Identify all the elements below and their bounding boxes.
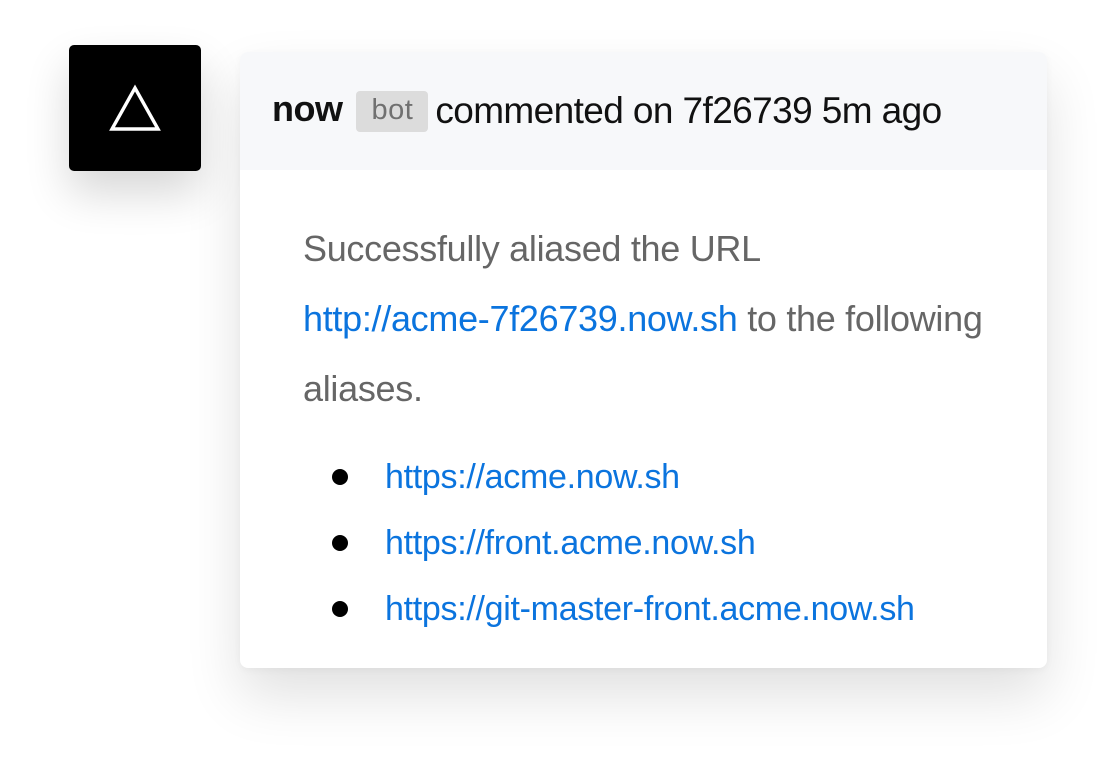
comment-action: commented on 7f26739 5m ago xyxy=(435,90,942,131)
bullet-icon xyxy=(332,601,348,617)
message-text-before: Successfully aliased the URL xyxy=(303,228,761,269)
comment-header: now bot commented on 7f26739 5m ago xyxy=(240,52,1047,170)
comment-message: Successfully aliased the URL http://acme… xyxy=(303,214,1007,424)
comment-card: now bot commented on 7f26739 5m ago Succ… xyxy=(240,52,1047,668)
bot-badge: bot xyxy=(356,90,429,132)
alias-link[interactable]: https://front.acme.now.sh xyxy=(385,524,756,562)
comment-body: Successfully aliased the URL http://acme… xyxy=(240,170,1047,642)
deployment-url-link[interactable]: http://acme-7f26739.now.sh xyxy=(303,298,738,339)
alias-link[interactable]: https://git-master-front.acme.now.sh xyxy=(385,590,915,628)
alias-list: https://acme.now.sh https://front.acme.n… xyxy=(303,444,1007,642)
alias-list-item: https://front.acme.now.sh xyxy=(303,510,1007,576)
alias-list-item: https://git-master-front.acme.now.sh xyxy=(303,576,1007,642)
triangle-icon xyxy=(109,84,161,132)
bot-avatar[interactable] xyxy=(69,45,201,171)
comment-author[interactable]: now xyxy=(272,88,343,130)
alias-list-item: https://acme.now.sh xyxy=(303,444,1007,510)
bullet-icon xyxy=(332,469,348,485)
bullet-icon xyxy=(332,535,348,551)
alias-link[interactable]: https://acme.now.sh xyxy=(385,458,680,496)
